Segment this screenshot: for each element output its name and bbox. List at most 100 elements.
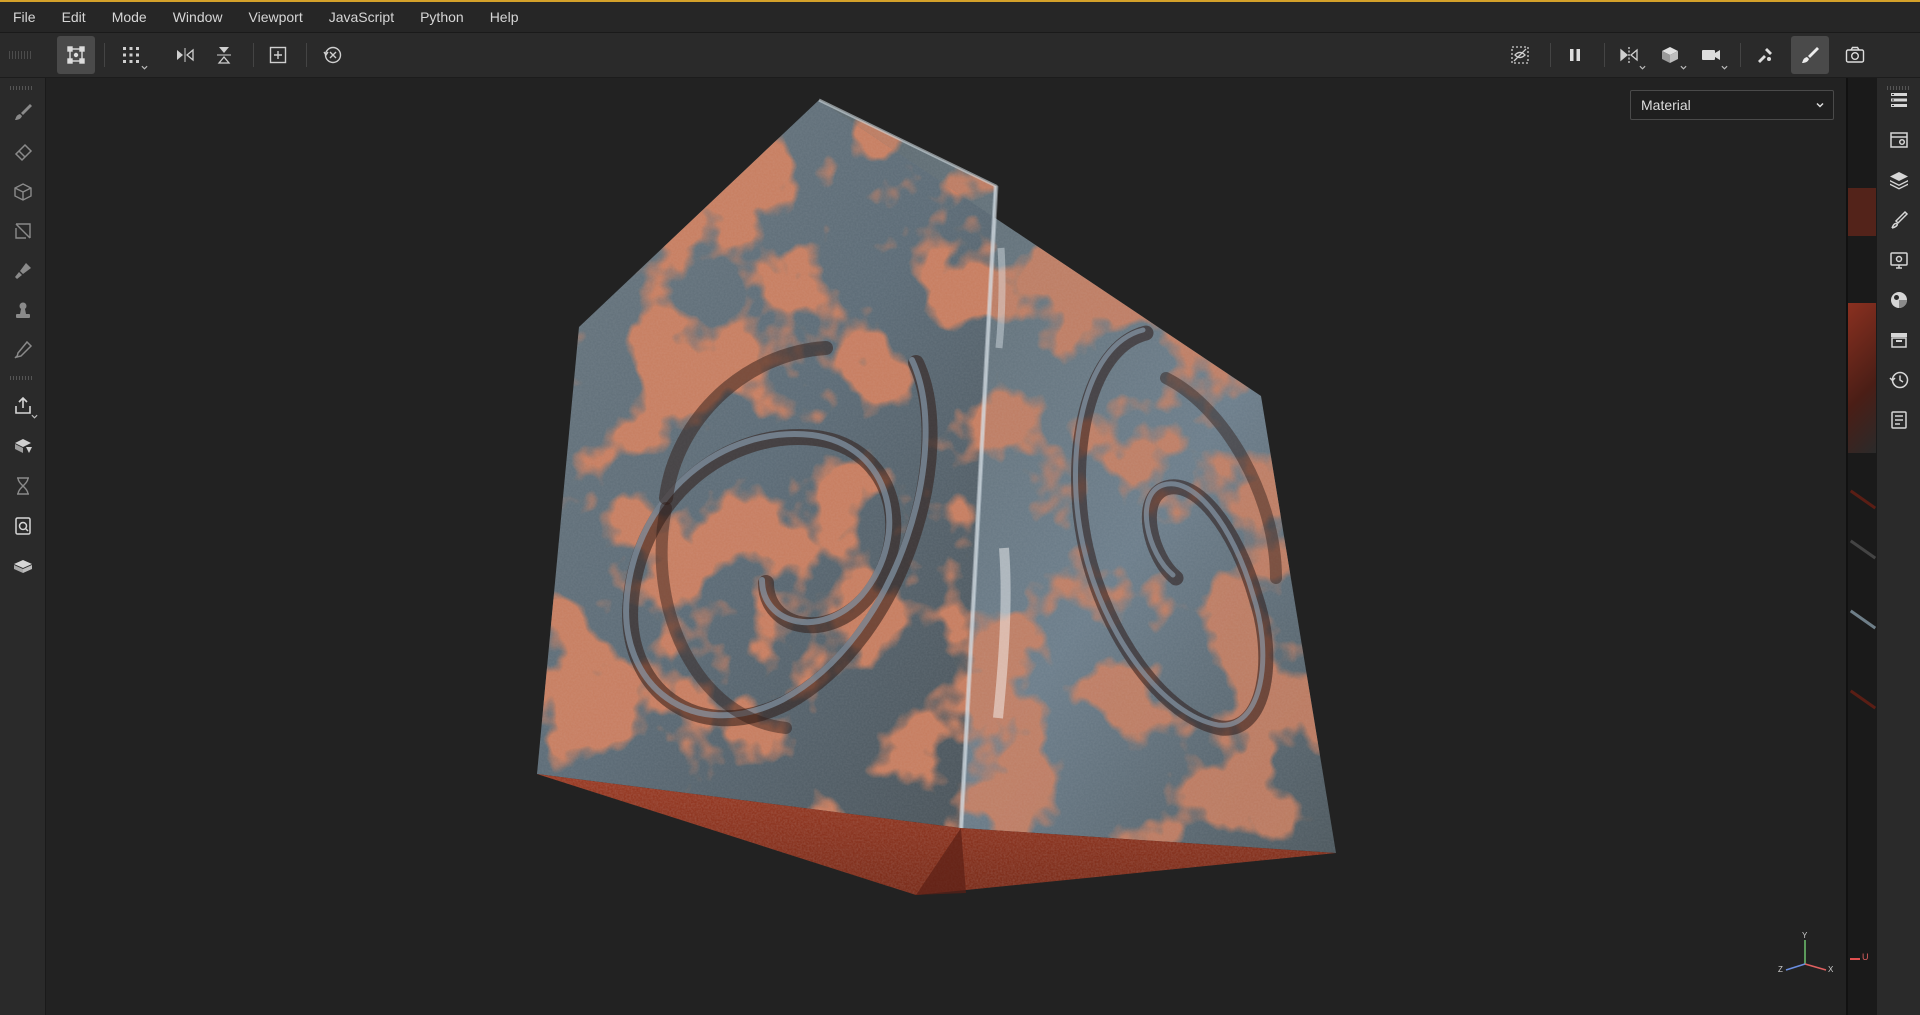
properties-icon (1891, 210, 1909, 229)
smudge-tool[interactable] (6, 255, 39, 287)
screenshot-icon (1845, 46, 1865, 63)
axis-z-label: Z (1778, 965, 1783, 974)
axis-gizmo: Y X Z (1778, 931, 1834, 974)
bake-button[interactable] (1746, 36, 1784, 74)
grid-snap-icon (123, 47, 139, 63)
mirror-y-icon (217, 47, 231, 64)
assets-button[interactable] (1885, 325, 1913, 355)
projection-icon (13, 183, 32, 201)
cube-view-icon (1662, 47, 1678, 63)
focus-icon (269, 46, 287, 64)
eraser-tool[interactable] (6, 136, 39, 168)
textured-cube[interactable] (46, 78, 1846, 1015)
mirror-x-icon (177, 48, 194, 62)
toolbar-grip[interactable] (9, 51, 33, 59)
menu-file[interactable]: File (0, 2, 49, 32)
uv-label: U (1862, 952, 1869, 962)
shader-settings-button[interactable] (1885, 285, 1913, 315)
3d-viewport[interactable]: Y X Z (46, 78, 1846, 1015)
log-icon (1891, 411, 1907, 429)
channel-select-value: Material (1641, 97, 1691, 113)
display-icon (14, 517, 31, 535)
chevron-down-icon (1680, 65, 1687, 70)
camera-icon (1702, 50, 1720, 60)
color-picker-tool[interactable] (6, 334, 39, 366)
paint-brush-icon (14, 104, 32, 120)
mirror-x-button[interactable] (166, 36, 204, 74)
projection-tool[interactable] (6, 176, 39, 208)
focus-button[interactable] (259, 36, 297, 74)
symmetry-button[interactable] (1610, 36, 1648, 74)
tool-grip[interactable] (10, 86, 34, 90)
bake-mesh-tool[interactable] (6, 430, 39, 462)
top-toolbar (0, 33, 1920, 78)
eraser-icon (14, 143, 32, 162)
transform-icon (67, 46, 85, 64)
axis-x-label: X (1828, 965, 1834, 974)
paint-mode-button[interactable] (1791, 36, 1829, 74)
symmetry-icon (1620, 47, 1638, 63)
texture-set-settings-button[interactable] (1885, 125, 1913, 155)
camera-button[interactable] (1692, 36, 1730, 74)
transform-button[interactable] (57, 36, 95, 74)
chevron-down-icon (141, 65, 148, 70)
assets-icon (1891, 333, 1907, 348)
properties-button[interactable] (1885, 205, 1913, 235)
texture-set-list-icon (1891, 93, 1907, 107)
menu-bar: File Edit Mode Window Viewport JavaScrip… (0, 2, 1920, 33)
chevron-down-icon (1816, 102, 1824, 108)
bake-icon (1758, 48, 1772, 63)
reset-icon (323, 46, 342, 64)
pause-icon (1570, 49, 1580, 61)
hide-selection-button[interactable] (1501, 36, 1539, 74)
left-tool-bar (0, 78, 46, 1015)
clone-tool[interactable] (6, 295, 39, 327)
smudge-icon (14, 263, 31, 279)
menu-mode[interactable]: Mode (99, 2, 160, 32)
history-icon (16, 477, 29, 495)
texture-set-list-button[interactable] (1885, 85, 1913, 115)
history-panel-button[interactable] (1885, 365, 1913, 395)
export-tool[interactable] (6, 390, 39, 422)
cube-view-button[interactable] (1651, 36, 1689, 74)
menu-window[interactable]: Window (160, 2, 236, 32)
layers-button[interactable] (1885, 165, 1913, 195)
polygon-fill-tool[interactable] (6, 215, 39, 247)
paint-tool[interactable] (6, 96, 39, 128)
display-settings-icon (1890, 252, 1908, 269)
layers-icon (1890, 172, 1908, 190)
history-icon (1889, 371, 1909, 389)
chevron-down-icon (31, 414, 38, 419)
mesh-icon (13, 560, 32, 573)
channel-select[interactable]: Material (1630, 90, 1834, 120)
texture-set-settings-icon (1890, 132, 1908, 148)
screenshot-button[interactable] (1836, 36, 1874, 74)
clone-stamp-icon (15, 302, 30, 318)
paint-mode-icon (1802, 47, 1819, 63)
grid-snap-button[interactable] (112, 36, 150, 74)
right-panel-bar (1876, 78, 1920, 1015)
log-button[interactable] (1885, 405, 1913, 435)
polygon-fill-icon (14, 223, 31, 239)
bake-mesh-icon (14, 439, 32, 453)
hide-selection-icon (1511, 46, 1529, 64)
uv-view-strip[interactable]: U (1846, 78, 1878, 1015)
history-tool[interactable] (6, 470, 39, 502)
menu-javascript[interactable]: JavaScript (316, 2, 407, 32)
menu-python[interactable]: Python (407, 2, 477, 32)
chevron-down-icon (1639, 65, 1646, 70)
menu-edit[interactable]: Edit (49, 2, 99, 32)
axis-y-label: Y (1802, 931, 1808, 940)
mirror-y-button[interactable] (205, 36, 243, 74)
chevron-down-icon (1721, 65, 1728, 70)
display-settings-button[interactable] (1885, 245, 1913, 275)
menu-viewport[interactable]: Viewport (236, 2, 316, 32)
menu-help[interactable]: Help (477, 2, 532, 32)
pause-button[interactable] (1556, 36, 1594, 74)
mesh-tool[interactable] (6, 550, 39, 582)
tool-grip-2[interactable] (10, 376, 34, 380)
reset-camera-button[interactable] (314, 36, 352, 74)
display-tool[interactable] (6, 510, 39, 542)
color-picker-icon (13, 340, 32, 359)
shader-settings-icon (1891, 292, 1907, 308)
